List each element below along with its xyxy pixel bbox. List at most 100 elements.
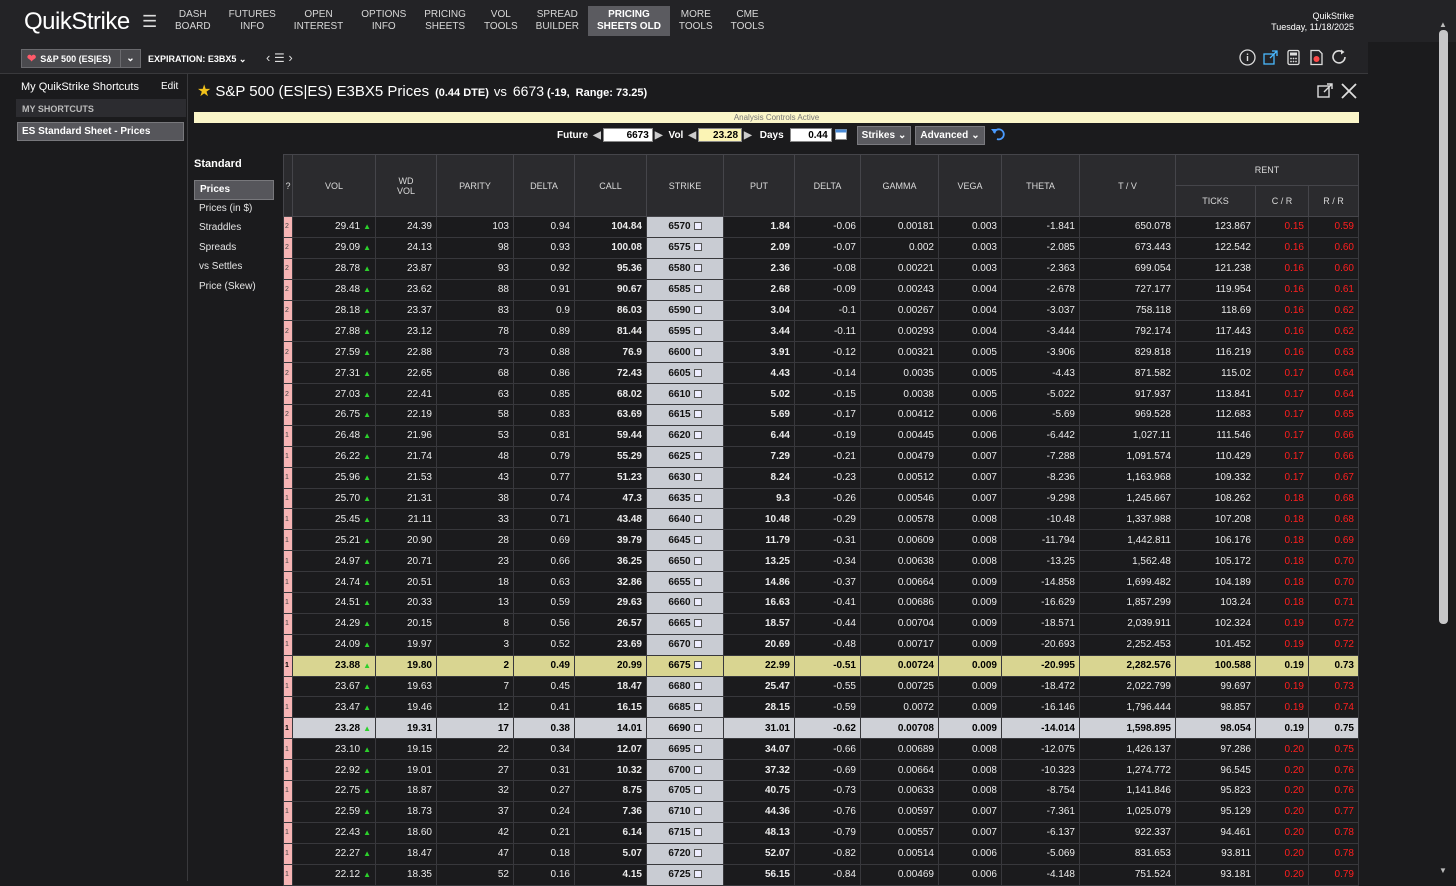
strike-detail-icon[interactable]: [693, 744, 702, 753]
cell-strike[interactable]: 6595: [646, 320, 724, 343]
col-ticks[interactable]: TICKS: [1175, 185, 1256, 217]
cell-strike[interactable]: 6690: [646, 717, 724, 740]
chevron-down-icon[interactable]: ⌄: [120, 50, 140, 67]
table-row[interactable]: 2 27.88 ▲ 23.12 78 0.89 81.44 6595 3.44 -0.11 0.00…: [283, 320, 1359, 343]
strike-detail-icon[interactable]: [693, 807, 702, 816]
calendar-icon[interactable]: [834, 128, 847, 143]
tab-prices[interactable]: Prices: [194, 180, 274, 200]
strike-detail-icon[interactable]: [693, 828, 702, 837]
cell-strike[interactable]: 6715: [646, 821, 724, 844]
heart-icon[interactable]: ❤: [27, 52, 36, 65]
expiration-select[interactable]: EXPIRATION: E3BX5 ⌄: [148, 54, 246, 65]
cell-strike[interactable]: 6675: [646, 654, 724, 677]
col-delta[interactable]: DELTA: [513, 154, 575, 217]
table-row[interactable]: 1 22.59 ▲ 18.73 37 0.24 7.36 6710 44.36 -0.76 0.00…: [283, 800, 1359, 823]
tab-straddles[interactable]: Straddles: [194, 219, 274, 239]
table-row[interactable]: 1 22.43 ▲ 18.60 42 0.21 6.14 6715 48.13 -0.79 0.00…: [283, 821, 1359, 844]
cell-strike[interactable]: 6720: [646, 842, 724, 865]
cell-strike[interactable]: 6590: [646, 299, 724, 322]
table-row[interactable]: 1 23.10 ▲ 19.15 22 0.34 12.07 6695 34.07 -0.66 0.0…: [283, 738, 1359, 761]
table-row[interactable]: 2 29.09 ▲ 24.13 98 0.93 100.08 6575 2.09 -0.07 0.0…: [283, 236, 1359, 259]
list-icon[interactable]: ☰: [274, 51, 285, 65]
cell-strike[interactable]: 6575: [646, 236, 724, 259]
cell-strike[interactable]: 6610: [646, 383, 724, 406]
table-row[interactable]: 1 26.48 ▲ 21.96 53 0.81 59.44 6620 6.44 -0.19 0.00…: [283, 424, 1359, 447]
cell-strike[interactable]: 6580: [646, 257, 724, 280]
cell-strike[interactable]: 6630: [646, 466, 724, 489]
table-row[interactable]: 1 23.67 ▲ 19.63 7 0.45 18.47 6680 25.47 -0.55 0.00…: [283, 675, 1359, 698]
strike-detail-icon[interactable]: [693, 640, 702, 649]
strike-detail-icon[interactable]: [693, 410, 702, 419]
table-row[interactable]: 1 25.70 ▲ 21.31 38 0.74 47.3 6635 9.3 -0.26 0.0054…: [283, 487, 1359, 510]
table-row[interactable]: 1 22.92 ▲ 19.01 27 0.31 10.32 6700 37.32 -0.69 0.0…: [283, 759, 1359, 782]
col-vega[interactable]: VEGA: [938, 154, 1002, 217]
strike-detail-icon[interactable]: [693, 368, 702, 377]
table-row[interactable]: 1 25.45 ▲ 21.11 33 0.71 43.48 6640 10.48 -0.29 0.0…: [283, 508, 1359, 531]
cell-strike[interactable]: 6605: [646, 362, 724, 385]
col-rr[interactable]: R / R: [1308, 185, 1359, 217]
cell-strike[interactable]: 6695: [646, 738, 724, 761]
cell-strike[interactable]: 6705: [646, 780, 724, 802]
col-vol[interactable]: VOL: [292, 154, 376, 217]
table-row[interactable]: 2 28.48 ▲ 23.62 88 0.91 90.67 6585 2.68 -0.09 0.00…: [283, 278, 1359, 301]
cell-strike[interactable]: 6665: [646, 612, 724, 635]
strike-detail-icon[interactable]: [693, 849, 702, 858]
cell-strike[interactable]: 6600: [646, 341, 724, 364]
triangle-left-icon[interactable]: ◀: [688, 130, 696, 141]
table-row[interactable]: 2 26.75 ▲ 22.19 58 0.83 63.69 6615 5.69 -0.17 0.00…: [283, 404, 1359, 426]
pdf-icon[interactable]: [1307, 48, 1325, 66]
undo-icon[interactable]: [990, 127, 1006, 144]
export-icon[interactable]: [1261, 48, 1279, 66]
page-scrollbar[interactable]: [1439, 30, 1448, 624]
table-row[interactable]: 1 23.47 ▲ 19.46 12 0.41 16.15 6685 28.15 -0.59 0.0…: [283, 696, 1359, 719]
table-row[interactable]: 2 29.41 ▲ 24.39 103 0.94 104.84 6570 1.84 -0.06 0.…: [283, 216, 1359, 238]
cell-strike[interactable]: 6585: [646, 278, 724, 301]
x-social-icon[interactable]: [1340, 82, 1358, 105]
days-input[interactable]: 0.44: [789, 128, 832, 142]
cell-strike[interactable]: 6650: [646, 550, 724, 573]
cell-strike[interactable]: 6680: [646, 675, 724, 698]
chevron-right-icon[interactable]: ›: [288, 50, 292, 65]
col-wdvol[interactable]: WD VOL: [375, 154, 437, 217]
tab-vs-settles[interactable]: vs Settles: [194, 258, 274, 278]
table-row[interactable]: 2 27.03 ▲ 22.41 63 0.85 68.02 6610 5.02 -0.15 0.00…: [283, 383, 1359, 406]
strike-detail-icon[interactable]: [693, 243, 702, 252]
strike-detail-icon[interactable]: [693, 535, 702, 544]
strike-detail-icon[interactable]: [693, 577, 702, 586]
cell-strike[interactable]: 6660: [646, 592, 724, 614]
table-row[interactable]: 1 24.97 ▲ 20.71 23 0.66 36.25 6650 13.25 -0.34 0.0…: [283, 550, 1359, 573]
strike-detail-icon[interactable]: [693, 285, 702, 294]
strike-detail-icon[interactable]: [693, 702, 702, 711]
product-select[interactable]: ❤ S&P 500 (ES|ES) ⌄: [21, 49, 141, 68]
nav-item-6[interactable]: SPREAD BUILDER: [527, 6, 588, 36]
cell-strike[interactable]: 6615: [646, 404, 724, 426]
menu-icon[interactable]: ☰: [142, 12, 157, 32]
tab-spreads[interactable]: Spreads: [194, 239, 274, 259]
shortcut-item[interactable]: ES Standard Sheet - Prices: [17, 122, 184, 141]
col-gamma[interactable]: GAMMA: [860, 154, 939, 217]
scroll-down-icon[interactable]: ▼: [1439, 866, 1447, 875]
table-row[interactable]: 1 24.09 ▲ 19.97 3 0.52 23.69 6670 20.69 -0.48 0.00…: [283, 633, 1359, 656]
col-cr[interactable]: C / R: [1255, 185, 1309, 217]
col-delta-put[interactable]: DELTA: [794, 154, 861, 217]
strike-detail-icon[interactable]: [693, 870, 702, 879]
table-row[interactable]: 1 24.51 ▲ 20.33 13 0.59 29.63 6660 16.63 -0.41 0.0…: [283, 592, 1359, 614]
scroll-up-icon[interactable]: ▲: [1439, 20, 1447, 29]
col-call[interactable]: CALL: [574, 154, 647, 217]
strike-detail-icon[interactable]: [693, 389, 702, 398]
strike-detail-icon[interactable]: [693, 494, 702, 503]
table-row[interactable]: 2 27.59 ▲ 22.88 73 0.88 76.9 6600 3.91 -0.12 0.003…: [283, 341, 1359, 364]
nav-item-7[interactable]: PRICING SHEETS OLD: [588, 6, 670, 36]
strike-detail-icon[interactable]: [693, 619, 702, 628]
nav-item-5[interactable]: VOL TOOLS: [475, 6, 527, 36]
strike-detail-icon[interactable]: [693, 326, 702, 335]
advanced-dropdown[interactable]: Advanced ⌄: [915, 125, 985, 145]
table-row[interactable]: 2 28.18 ▲ 23.37 83 0.9 86.03 6590 3.04 -0.1 0.0026…: [283, 299, 1359, 322]
cell-strike[interactable]: 6710: [646, 800, 724, 823]
shortcuts-edit-link[interactable]: Edit: [161, 81, 178, 92]
calculator-icon[interactable]: [1284, 48, 1302, 66]
nav-item-3[interactable]: OPTIONS INFO: [352, 6, 415, 36]
table-row[interactable]: 1 25.96 ▲ 21.53 43 0.77 51.23 6630 8.24 -0.23 0.00…: [283, 466, 1359, 489]
table-row[interactable]: 1 26.22 ▲ 21.74 48 0.79 55.29 6625 7.29 -0.21 0.00…: [283, 445, 1359, 468]
strike-detail-icon[interactable]: [693, 786, 702, 795]
